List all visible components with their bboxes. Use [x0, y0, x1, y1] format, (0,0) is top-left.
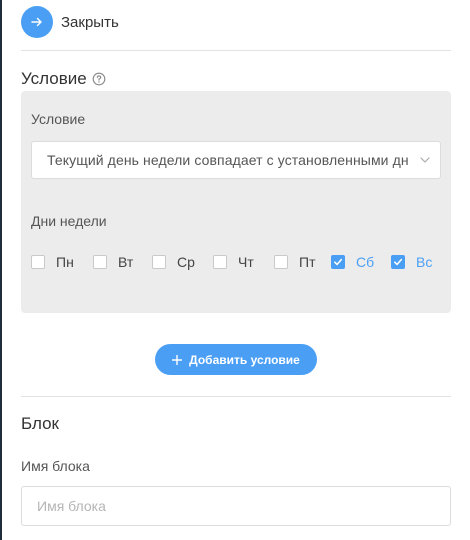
day-checkbox[interactable] — [274, 255, 288, 269]
checkmark-icon — [394, 258, 403, 266]
day-label: Вт — [118, 254, 134, 270]
question-circle-icon[interactable] — [92, 72, 106, 86]
condition-select[interactable]: Текущий день недели совпадает с установл… — [31, 141, 441, 179]
block-name-input[interactable] — [21, 486, 451, 526]
day-checkbox-checked[interactable] — [391, 255, 405, 269]
day-checkbox-checked[interactable] — [331, 255, 345, 269]
day-monday[interactable]: Пн — [31, 253, 93, 271]
add-condition-label: Добавить условие — [189, 352, 300, 367]
condition-title-text: Условие — [21, 69, 87, 88]
block-section-title: Блок — [21, 414, 59, 434]
weekdays-label: Дни недели — [31, 213, 107, 229]
arrow-right-icon[interactable] — [21, 6, 53, 38]
day-label: Пт — [299, 254, 316, 270]
close-button[interactable]: Закрыть — [21, 5, 119, 39]
condition-select-value: Текущий день недели совпадает с установл… — [47, 152, 409, 168]
day-saturday[interactable]: Сб — [331, 253, 391, 271]
day-wednesday[interactable]: Ср — [152, 253, 213, 271]
checkmark-icon — [334, 258, 343, 266]
day-label: Вс — [416, 254, 433, 270]
weekday-checkboxes: Пн Вт Ср Чт Пт Сб Вс — [31, 253, 441, 271]
day-label: Пн — [56, 254, 74, 270]
day-tuesday[interactable]: Вт — [93, 253, 152, 271]
condition-section-title: Условие — [21, 69, 106, 89]
divider — [21, 396, 451, 397]
day-checkbox[interactable] — [31, 255, 45, 269]
day-label: Чт — [238, 254, 254, 270]
chevron-down-icon[interactable] — [418, 153, 432, 167]
add-condition-button[interactable]: Добавить условие — [155, 344, 317, 375]
block-name-label: Имя блока — [21, 458, 90, 474]
day-thursday[interactable]: Чт — [213, 253, 274, 271]
close-label[interactable]: Закрыть — [61, 14, 119, 31]
day-friday[interactable]: Пт — [274, 253, 331, 271]
day-checkbox[interactable] — [213, 255, 227, 269]
condition-label: Условие — [31, 111, 86, 127]
day-label: Ср — [177, 254, 195, 270]
day-checkbox[interactable] — [93, 255, 107, 269]
window-edge — [0, 0, 2, 540]
day-label: Сб — [356, 254, 375, 270]
plus-icon — [172, 354, 183, 365]
day-checkbox[interactable] — [152, 255, 166, 269]
condition-panel: Условие Текущий день недели совпадает с … — [21, 91, 451, 313]
day-sunday[interactable]: Вс — [391, 253, 441, 271]
divider — [21, 50, 451, 51]
block-title-text: Блок — [21, 414, 59, 433]
